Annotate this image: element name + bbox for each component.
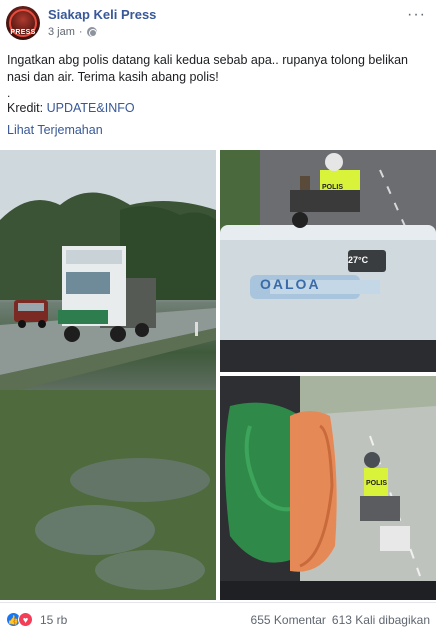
- share-count[interactable]: 613 Kali dibagikan: [332, 613, 430, 627]
- post-header: PRESS Siakap Keli Press 3 jam · ···: [0, 0, 436, 46]
- comment-count[interactable]: 655 Komentar: [251, 613, 326, 627]
- page-name-link[interactable]: Siakap Keli Press: [48, 7, 156, 22]
- post-text: Ingatkan abg polis datang kali kedua seb…: [7, 53, 408, 84]
- page-avatar[interactable]: PRESS: [6, 6, 40, 40]
- reactions-bar: 👍 ♥ 15 rb 655 Komentar 613 Kali dibagika…: [0, 602, 436, 634]
- credit-label: Kredit:: [7, 101, 47, 115]
- post-dot: .: [7, 86, 11, 100]
- meta-separator: ·: [78, 26, 83, 38]
- temperature-badge: 27°C: [348, 255, 369, 265]
- photo-police-bike[interactable]: POLIS 27°C OALOA: [220, 150, 436, 372]
- love-reaction-icon[interactable]: ♥: [18, 612, 33, 627]
- post-meta: 3 jam ·: [48, 26, 97, 38]
- avatar-label: PRESS: [10, 29, 36, 36]
- photo-food-bags[interactable]: POLIS: [220, 376, 436, 600]
- food-bags-scene: [220, 376, 436, 600]
- bottle-cap-text: OALOA: [260, 276, 321, 292]
- photo-truck[interactable]: [0, 150, 216, 600]
- truck-scene: [0, 150, 216, 600]
- globe-icon: [86, 27, 97, 37]
- vest-label-1: POLIS: [322, 184, 344, 191]
- reaction-count[interactable]: 15 rb: [40, 613, 67, 627]
- engagement-stats: 655 Komentar 613 Kali dibagikan: [251, 613, 430, 627]
- see-translation-link[interactable]: Lihat Terjemahan: [7, 123, 103, 137]
- post-time[interactable]: 3 jam: [48, 26, 75, 38]
- credit-link[interactable]: UPDATE&INFO: [47, 101, 135, 115]
- vest-label-2: POLIS: [366, 480, 388, 487]
- credit-line: Kredit: UPDATE&INFO: [7, 101, 135, 115]
- more-options-icon[interactable]: ···: [407, 6, 426, 24]
